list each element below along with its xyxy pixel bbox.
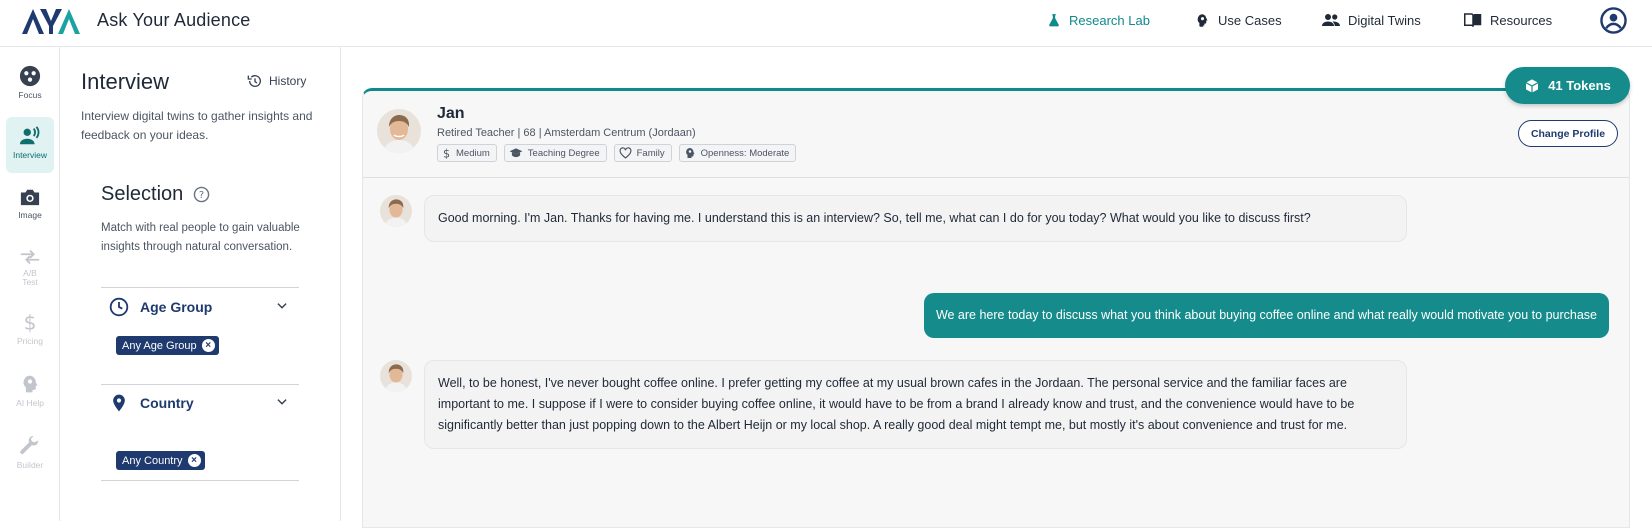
change-profile-button[interactable]: Change Profile [1518,120,1618,147]
rail-item-ab-test[interactable]: A/B Test [6,241,54,297]
persona-message: Good morning. I'm Jan. Thanks for having… [424,195,1407,242]
chip-age-label: Any Age Group [122,339,197,352]
persona-subtitle: Retired Teacher | 68 | Amsterdam Centrum… [437,127,696,139]
heart-icon [619,147,632,159]
chevron-down-icon[interactable] [275,299,289,313]
nav-research-lab-label: Research Lab [1069,12,1150,28]
aya-logo[interactable] [20,6,82,36]
persona-name: Jan [437,105,465,122]
rail-label-ai-help: AI Help [16,398,44,408]
interview-speaker-icon [19,126,40,145]
book-icon [1464,13,1482,27]
selection-description: Match with real people to gain valuable … [101,222,300,253]
token-cube-icon [1525,78,1539,93]
nav-resources-label: Resources [1490,12,1553,28]
divider [101,384,299,385]
rail-label-interview: Interview [12,150,47,160]
persona-header: Jan Retired Teacher | 68 | Amsterdam Cen… [363,91,1629,178]
chip-remove-icon[interactable]: × [187,454,201,467]
tokens-button[interactable]: 41 Tokens [1505,67,1630,104]
divider [101,480,299,481]
lightbulb-head-icon [1197,13,1208,27]
flask-icon [1049,14,1059,27]
rail-label-image: Image [18,210,42,220]
rail-label-ab-test-2: Test [22,277,38,287]
svg-text:$: $ [443,147,450,159]
tag-label: Openness: Moderate [700,147,790,159]
rail-item-interview[interactable]: Interview [6,117,54,173]
rail-item-builder[interactable]: Builder [6,427,54,483]
divider [101,287,299,288]
filter-age-group[interactable]: Age Group [109,295,299,319]
chip-country-label: Any Country [122,454,183,467]
svg-text:$: $ [24,311,37,333]
account-icon[interactable] [1600,7,1627,34]
selection-title: Selection ? [101,183,210,206]
selection-title-text: Selection [101,183,184,205]
tokens-label: 41 Tokens [1548,78,1611,93]
graduation-cap-icon [509,148,523,158]
clock-icon [109,297,129,317]
tag-label: Family [636,147,665,159]
panel-title: Interview [81,69,170,94]
chip-any-country[interactable]: Any Country × [116,451,205,470]
rail-item-image[interactable]: Image [6,179,54,235]
dollar-icon: $ [24,311,37,333]
rail-label-builder: Builder [16,460,44,470]
top-bar: Ask Your Audience Research Lab Use Cases… [0,0,1652,47]
tag-family: Family [613,144,672,162]
message-avatar [380,360,412,392]
nav-digital-twins-label: Digital Twins [1348,12,1421,28]
app-title: Ask Your Audience [97,10,251,30]
person-avatar-icon [377,109,421,153]
persona-tags: $ Medium Teaching Degree Family Openness… [437,144,803,162]
rail-item-pricing[interactable]: $ Pricing [6,303,54,359]
filter-country[interactable]: Country [109,391,299,415]
rail-item-focus[interactable]: Focus [6,57,54,113]
people-icon [1322,14,1340,26]
tag-label: Teaching Degree [527,147,600,159]
nav-use-cases-label: Use Cases [1218,12,1282,28]
persona-avatar [377,109,421,153]
focus-group-icon [19,65,41,87]
filter-age-group-label: Age Group [140,299,213,315]
rail-label-focus: Focus [18,90,42,100]
panel-description: Interview digital twins to gather insigh… [81,109,313,142]
camera-icon [20,189,40,206]
tool-rail: Focus Interview Image A/B Test $ Pricing… [0,47,60,521]
person-avatar-icon [380,195,412,227]
chevron-down-icon[interactable] [275,395,289,409]
filter-country-label: Country [140,395,194,411]
history-label: History [269,74,307,88]
person-avatar-icon [380,360,412,392]
nav-digital-twins[interactable]: Digital Twins [1322,0,1421,40]
tag-education: Teaching Degree [503,144,607,162]
interview-panel: Interview History Interview digital twin… [61,47,341,521]
rail-label-pricing: Pricing [17,336,43,346]
user-message: We are here today to discuss what you th… [923,293,1609,338]
nav-research-lab[interactable]: Research Lab [1047,0,1150,40]
tag-openness: Openness: Moderate [678,144,797,162]
tag-label: Medium [456,147,490,159]
tag-income: $ Medium [437,144,497,162]
chip-remove-icon[interactable]: × [201,339,215,352]
mind-icon [685,148,695,158]
message-avatar [380,195,412,227]
compare-arrows-icon [20,249,40,265]
persona-message: Well, to be honest, I've never bought co… [424,360,1407,449]
ai-head-icon [23,375,38,393]
wrench-icon [20,435,39,454]
history-button[interactable]: History [247,73,306,89]
svg-text:?: ? [199,190,204,201]
dollar-icon: $ [443,147,450,159]
chat-window: Jan Retired Teacher | 68 | Amsterdam Cen… [362,88,1630,528]
location-pin-icon [113,394,125,412]
rail-item-ai-help[interactable]: AI Help [6,365,54,421]
chip-any-age-group[interactable]: Any Age Group × [116,336,219,355]
help-icon[interactable]: ? [193,186,210,203]
nav-resources[interactable]: Resources [1464,0,1552,40]
history-icon [247,75,261,87]
nav-use-cases[interactable]: Use Cases [1195,0,1282,40]
